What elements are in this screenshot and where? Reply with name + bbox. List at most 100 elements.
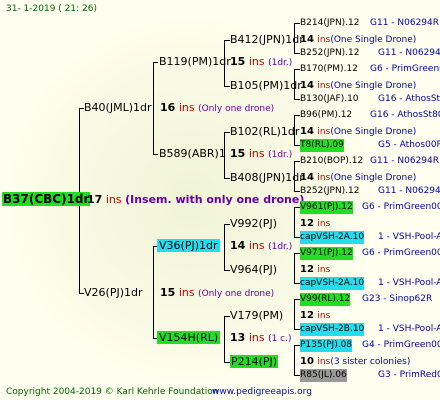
g4-sire-1[interactable]: B252(JPN).12 — [300, 47, 360, 60]
connector-line — [153, 154, 158, 155]
g4-ins-word-7: ins — [317, 311, 331, 321]
g4-queen-1[interactable]: B214(JPN).12 — [300, 17, 360, 30]
g4-queen-4[interactable]: B210(BOP).12 — [300, 155, 363, 168]
grandparent-queen-2[interactable]: B589(ABR)1 — [159, 147, 226, 160]
grandparent-ins-count-3: 14 — [230, 239, 246, 252]
grandparent-ins-count-1: 15 — [230, 55, 246, 68]
parent-ins-1: 16 ins (Only one drone) — [160, 101, 274, 116]
grandparent-ins-2: 15 ins (1dr.) — [230, 147, 292, 162]
g4-ins-note-2: (One Single Drone) — [330, 81, 417, 91]
date-header: 31- 1-2019 ( 21: 26) — [6, 4, 97, 14]
parent-ins-count-1: 16 — [160, 101, 176, 114]
grandparent-ins-note-1: (1dr.) — [268, 58, 293, 68]
root-ins-count: 17 — [87, 193, 103, 206]
g4-ins-count-2: 14 — [300, 80, 314, 91]
g4-ins-3: 14 ins(One Single Drone) — [300, 124, 416, 139]
g4-ins-note-8: (3 sister colonies) — [330, 357, 411, 367]
g4-sire-7[interactable]: capVSH-2B.10 — [300, 323, 365, 336]
g4-ins-count-5: 12 — [300, 218, 314, 229]
g4-sire-line-2: G16 - AthosSt80R — [378, 94, 440, 104]
g4-queen-8[interactable]: P135(PJ).08 — [300, 339, 353, 352]
g4-line-4: G11 - N06294R — [370, 156, 440, 166]
grandparent-queen-3[interactable]: V36(PJ)1dr — [157, 239, 220, 252]
g3-queen-5[interactable]: V992(PJ) — [230, 217, 277, 230]
g4-sire-3[interactable]: T8(RL).09 — [300, 139, 344, 152]
connector-line — [294, 299, 295, 329]
g4-queen-5[interactable]: V961(PJ).12 — [300, 201, 353, 214]
parent-queen-1[interactable]: B40(JML)1dr — [84, 101, 152, 114]
g3-queen-3[interactable]: B102(RL)1dr — [230, 125, 299, 138]
g4-ins-count-3: 14 — [300, 126, 314, 137]
g4-ins-4: 14 ins(One Single Drone) — [300, 170, 416, 185]
grandparent-ins-count-2: 15 — [230, 147, 246, 160]
connector-line — [224, 316, 225, 362]
g3-queen-2[interactable]: B105(PM)1dr — [230, 79, 302, 92]
g4-ins-count-1: 14 — [300, 34, 314, 45]
grandparent-queen-1[interactable]: B119(PM)1dr — [159, 55, 231, 68]
g4-sire-line-6: 1 - VSH-Pool-AR — [378, 278, 440, 288]
g4-sire-line-7: 1 - VSH-Pool-AR — [378, 324, 440, 334]
website-link[interactable]: www.pedigreeapis.org — [212, 386, 312, 399]
g4-queen-6[interactable]: V971(PJ).12 — [300, 247, 353, 260]
g4-ins-count-7: 12 — [300, 310, 314, 321]
grandparent-ins-word-2: ins — [248, 147, 265, 160]
g3-queen-6[interactable]: V964(PJ) — [230, 263, 277, 276]
g3-queen-7[interactable]: V179(PM) — [230, 309, 283, 322]
root-ins: 17 ins (Insem. with only one drone) — [87, 193, 304, 206]
g4-queen-7[interactable]: V99(RL).12 — [300, 293, 351, 306]
grandparent-ins-word-3: ins — [248, 239, 265, 252]
connector-line — [294, 345, 295, 375]
g4-ins-6: 12 ins — [300, 262, 330, 277]
parent-queen-2[interactable]: V26(PJ)1dr — [84, 286, 143, 299]
g4-ins-word-8: ins — [317, 357, 331, 367]
g4-sire-line-8: G3 - PrimRed01 — [378, 370, 440, 380]
g4-sire-line-3: G5 - Athos00R — [378, 140, 440, 150]
parent-ins-count-2: 15 — [160, 286, 176, 299]
connector-line — [224, 224, 225, 270]
root-queen[interactable]: B37(CBC)1dr — [2, 192, 91, 206]
connector-line — [294, 253, 295, 283]
grandparent-ins-count-4: 13 — [230, 331, 246, 344]
g4-ins-7: 12 ins — [300, 308, 330, 323]
parent-ins-note-2: (Only one drone) — [198, 289, 275, 299]
g4-sire-6[interactable]: capVSH-2A.10 — [300, 277, 365, 290]
connector-line — [153, 246, 154, 338]
g4-queen-2[interactable]: B170(PM).12 — [300, 63, 358, 76]
parent-ins-word-1: ins — [178, 101, 195, 114]
g4-ins-count-8: 10 — [300, 356, 314, 367]
g4-ins-count-4: 14 — [300, 172, 314, 183]
g4-ins-1: 14 ins(One Single Drone) — [300, 32, 416, 47]
parent-ins-note-1: (Only one drone) — [198, 104, 275, 114]
grandparent-queen-4[interactable]: V154H(RL) — [157, 331, 221, 344]
g4-line-6: G6 - PrimGreen00 — [362, 248, 440, 258]
grandparent-ins-note-3: (1dr.) — [268, 242, 293, 252]
grandparent-ins-word-4: ins — [248, 331, 265, 344]
grandparent-ins-4: 13 ins (1 c.) — [230, 331, 292, 346]
g4-queen-3[interactable]: B96(PM).12 — [300, 109, 352, 122]
connector-line — [153, 62, 154, 154]
g4-line-2: G6 - PrimGreen00 — [370, 64, 440, 74]
parent-ins-2: 15 ins (Only one drone) — [160, 286, 274, 301]
g4-ins-note-3: (One Single Drone) — [330, 127, 417, 137]
g4-sire-4[interactable]: B252(JPN).12 — [300, 185, 360, 198]
g4-ins-count-6: 12 — [300, 264, 314, 275]
g4-sire-line-4: G11 - N06294R — [378, 186, 440, 196]
g3-queen-4[interactable]: B408(JPN)1dr — [230, 171, 304, 184]
grandparent-ins-note-4: (1 c.) — [268, 334, 292, 344]
grandparent-ins-note-2: (1dr.) — [268, 150, 293, 160]
g3-queen-8[interactable]: P214(PJ) — [230, 355, 279, 368]
g4-sire-8[interactable]: R85(JL).06 — [300, 369, 347, 382]
g4-line-1: G11 - N06294R — [370, 18, 440, 28]
g4-line-3: G16 - AthosSt80R — [370, 110, 440, 120]
g4-ins-2: 14 ins(One Single Drone) — [300, 78, 416, 93]
g3-queen-1[interactable]: B412(JPN)1dr — [230, 33, 304, 46]
g4-line-7: G23 - Sinop62R — [362, 294, 433, 304]
g4-ins-8: 10 ins(3 sister colonies) — [300, 354, 410, 369]
g4-sire-5[interactable]: capVSH-2A.10 — [300, 231, 365, 244]
connector-line — [294, 207, 295, 237]
root-ins-note: (Insem. with only one drone) — [125, 193, 305, 206]
g4-ins-5: 12 ins — [300, 216, 330, 231]
g4-ins-word-4: ins — [317, 173, 331, 183]
g4-sire-2[interactable]: B130(JAF).10 — [300, 93, 359, 106]
g4-ins-word-1: ins — [317, 35, 331, 45]
